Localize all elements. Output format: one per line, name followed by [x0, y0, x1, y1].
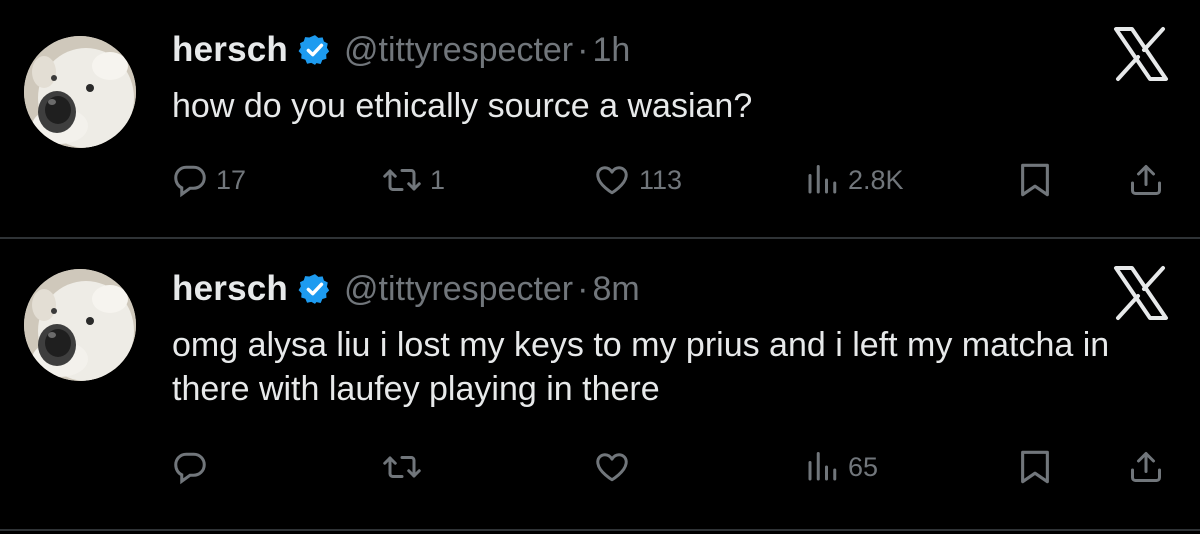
- verified-badge-icon: [298, 33, 332, 67]
- tweet-header: hersch @tittyrespecter · 1h: [172, 28, 630, 72]
- separator-dot: ·: [577, 30, 589, 69]
- avatar[interactable]: [24, 269, 136, 381]
- views-icon: [808, 165, 837, 194]
- reply-count: 17: [216, 164, 247, 195]
- retweet-icon: [383, 169, 421, 191]
- tweet-header: hersch @tittyrespecter · 8m: [172, 267, 640, 311]
- handle[interactable]: @tittyrespecter: [344, 270, 573, 309]
- separator-dot: ·: [577, 269, 589, 308]
- reply-button[interactable]: [172, 442, 216, 492]
- reply-button[interactable]: 17: [172, 155, 246, 205]
- like-count: 113: [639, 164, 683, 195]
- views-icon: [808, 452, 837, 481]
- dog-avatar-icon: [24, 269, 136, 381]
- x-logo-icon: [1112, 265, 1170, 321]
- share-icon: [1131, 452, 1161, 482]
- action-bar: 65: [0, 442, 1200, 492]
- heart-icon: [596, 453, 628, 482]
- bookmark-button[interactable]: [1018, 155, 1052, 205]
- heart-icon: [596, 166, 628, 195]
- tweet-text: how do you ethically source a wasian?: [172, 87, 753, 125]
- retweet-icon: [383, 456, 421, 478]
- x-logo-icon: [1112, 26, 1170, 82]
- retweet-count: 1: [430, 164, 446, 195]
- retweet-button[interactable]: 1: [382, 155, 445, 205]
- tweet-text: omg alysa liu i lost my keys to my prius…: [172, 326, 1110, 408]
- view-count: 65: [848, 451, 879, 482]
- timestamp[interactable]: 8m: [592, 270, 639, 309]
- dog-avatar-icon: [24, 36, 136, 148]
- divider: [0, 529, 1200, 531]
- action-bar: 17 1 113 2.8K: [0, 155, 1200, 205]
- views-button[interactable]: 65: [804, 442, 878, 492]
- verified-badge-icon: [298, 272, 332, 306]
- display-name[interactable]: hersch: [172, 269, 288, 309]
- bookmark-icon: [1021, 163, 1049, 197]
- like-button[interactable]: [593, 442, 639, 492]
- bookmark-icon: [1021, 450, 1049, 484]
- share-icon: [1131, 165, 1161, 195]
- timestamp[interactable]: 1h: [592, 31, 630, 70]
- like-button[interactable]: 113: [593, 155, 682, 205]
- tweet-1[interactable]: hersch @tittyrespecter · 1h how do you e…: [0, 0, 1200, 237]
- bookmark-button[interactable]: [1018, 442, 1052, 492]
- tweet-2[interactable]: hersch @tittyrespecter · 8m omg alysa li…: [0, 239, 1200, 529]
- reply-icon: [174, 452, 206, 485]
- share-button[interactable]: [1128, 442, 1164, 492]
- share-button[interactable]: [1128, 155, 1164, 205]
- views-button[interactable]: 2.8K: [804, 155, 904, 205]
- handle[interactable]: @tittyrespecter: [344, 31, 573, 70]
- avatar[interactable]: [24, 36, 136, 148]
- retweet-button[interactable]: [382, 442, 430, 492]
- display-name[interactable]: hersch: [172, 30, 288, 70]
- view-count: 2.8K: [848, 164, 904, 195]
- reply-icon: [174, 165, 206, 198]
